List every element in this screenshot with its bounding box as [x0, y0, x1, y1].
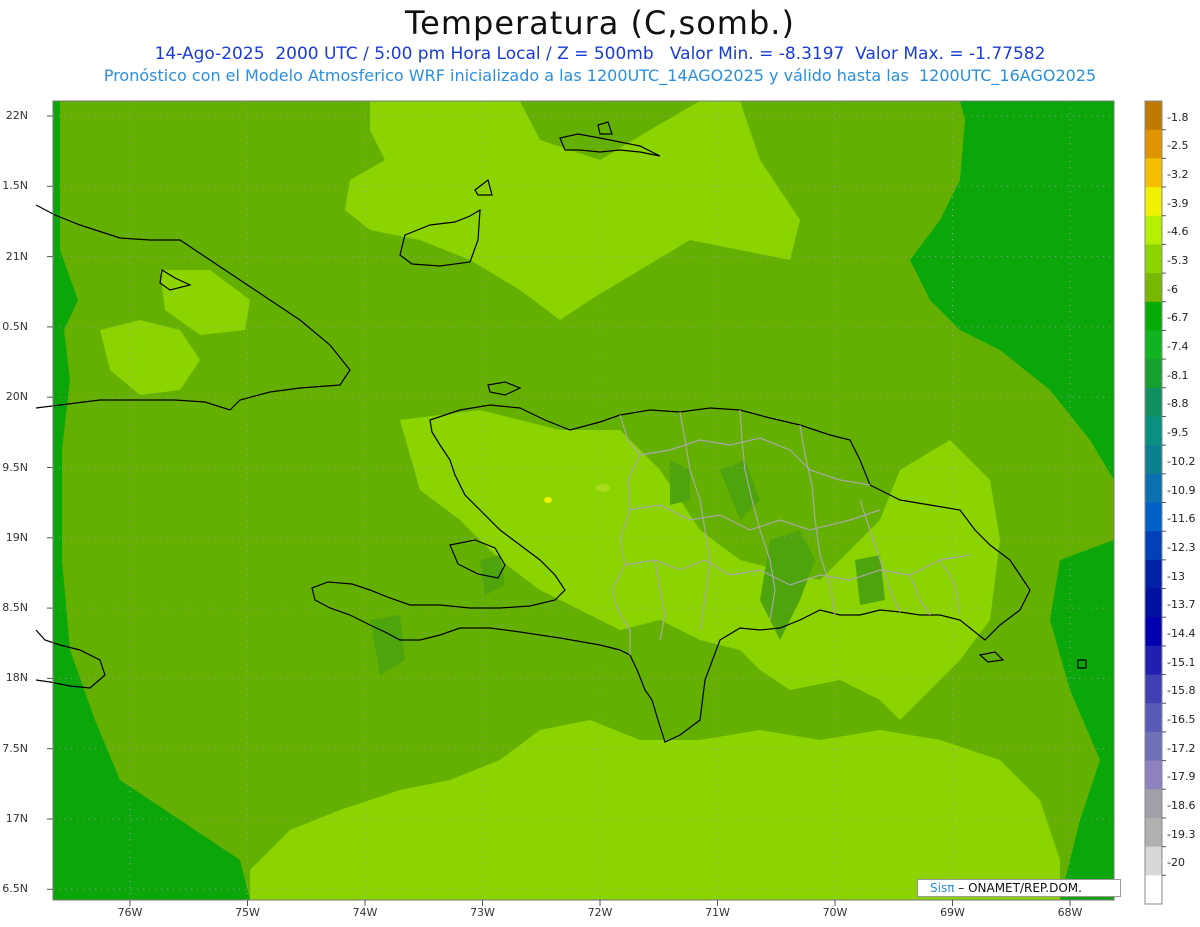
colorbar-label: -10.9 [1167, 483, 1196, 497]
lat-label: 22N [5, 109, 28, 122]
lon-label: 75W [235, 906, 260, 919]
colorbar [1144, 100, 1166, 905]
lat-label: 7.5N [2, 741, 28, 755]
colorbar-segment [1145, 846, 1162, 876]
colorbar-segment [1145, 531, 1162, 561]
field-lighter-spot [596, 484, 610, 492]
colorbar-segment [1145, 875, 1162, 905]
colorbar-segment [1145, 445, 1162, 475]
colorbar-label: -17.2 [1167, 741, 1196, 755]
colorbar-segment [1145, 359, 1162, 389]
colorbar-label: -1.8 [1167, 110, 1189, 124]
credit-logo-text: Sisπ [930, 881, 955, 895]
colorbar-label: -13.7 [1167, 598, 1196, 612]
colorbar-label: -7.4 [1167, 340, 1189, 354]
colorbar-label: -20 [1167, 856, 1185, 870]
field-warm-spot [544, 497, 552, 503]
weather-map [35, 100, 1166, 906]
lat-label: 21N [5, 249, 28, 263]
colorbar-segment [1145, 244, 1162, 274]
colorbar-label: -4.6 [1167, 225, 1189, 239]
temperature-field [53, 101, 1114, 900]
colorbar-segment [1145, 645, 1162, 676]
colorbar-segment [1145, 273, 1162, 303]
colorbar-label: -6 [1167, 282, 1178, 296]
colorbar-label: -2.5 [1167, 139, 1189, 153]
colorbar-label: -6.7 [1167, 311, 1189, 325]
colorbar-label: -5.3 [1167, 254, 1189, 268]
colorbar-segment [1145, 158, 1162, 188]
colorbar-segment [1145, 387, 1162, 417]
colorbar-label: -16.5 [1167, 712, 1196, 726]
colorbar-segment [1145, 703, 1162, 733]
colorbar-label: -8.8 [1167, 397, 1189, 411]
colorbar-label: -3.2 [1167, 168, 1189, 182]
colorbar-label: -15.1 [1167, 655, 1196, 669]
colorbar-label: -3.9 [1167, 196, 1189, 210]
colorbar-segment [1145, 416, 1162, 446]
colorbar-segment [1145, 129, 1162, 159]
lon-label: 74W [352, 906, 378, 919]
lon-label: 69W [940, 906, 965, 919]
colorbar-label: -10.2 [1167, 454, 1196, 468]
colorbar-segment [1145, 674, 1162, 704]
colorbar-label: -11.6 [1167, 512, 1196, 526]
credit-text: – ONAMET/REP.DOM. [954, 881, 1082, 895]
colorbar-segment [1145, 187, 1162, 217]
colorbar-label: -8.1 [1167, 368, 1189, 382]
colorbar-segment [1145, 588, 1162, 618]
lon-label: 71W [705, 906, 730, 919]
colorbar-label: -19.3 [1167, 827, 1196, 841]
colorbar-segment [1145, 760, 1162, 790]
lat-label: 18N [5, 671, 28, 685]
lon-label: 70W [822, 906, 848, 919]
lat-label: 19N [5, 530, 28, 544]
colorbar-label: -13 [1167, 569, 1185, 583]
colorbar-label: -18.6 [1167, 798, 1196, 812]
colorbar-label: -14.4 [1167, 626, 1196, 640]
colorbar-segment [1145, 330, 1162, 360]
colorbar-label: -17.9 [1167, 770, 1196, 784]
colorbar-segment [1145, 101, 1162, 131]
colorbar-segment [1145, 559, 1162, 590]
lat-label: 8.5N [2, 601, 28, 615]
lon-label: 76W [117, 906, 143, 919]
lon-label: 73W [470, 906, 495, 919]
colorbar-segment [1145, 617, 1162, 647]
colorbar-segment [1145, 789, 1162, 819]
colorbar-segment [1145, 473, 1162, 503]
lon-label: 72W [587, 906, 613, 919]
colorbar-segment [1145, 817, 1162, 848]
colorbar-segment [1145, 301, 1162, 331]
lat-label: 17N [5, 812, 28, 825]
credit-box: Sisπ – ONAMET/REP.DOM. [917, 879, 1121, 897]
colorbar-segment [1145, 215, 1162, 245]
colorbar-segment [1145, 502, 1162, 532]
lat-label: 20N [5, 390, 28, 404]
colorbar-label: -9.5 [1167, 426, 1189, 440]
colorbar-label: -12.3 [1167, 540, 1196, 554]
lon-label: 68W [1057, 906, 1083, 919]
lat-label: 6.5N [2, 882, 28, 896]
colorbar-segment [1145, 731, 1162, 762]
colorbar-label: -15.8 [1167, 684, 1196, 698]
lat-label: 0.5N [2, 319, 28, 333]
lat-label: 1.5N [2, 179, 28, 193]
lat-label: 9.5N [2, 460, 28, 474]
